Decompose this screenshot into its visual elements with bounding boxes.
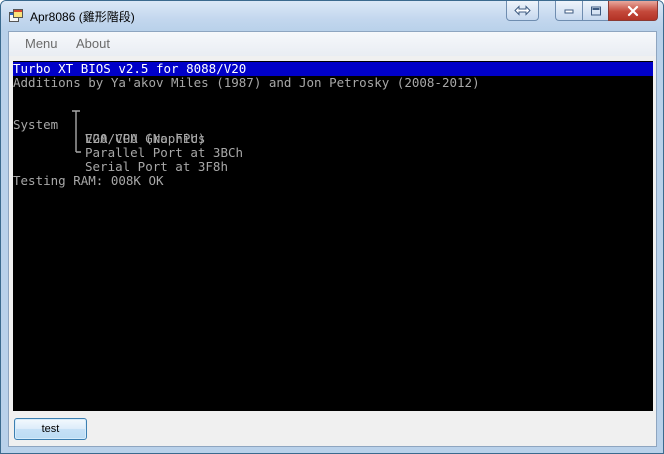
window-title: Apr8086 (雞形階段) (30, 10, 135, 24)
system-line-parallel: Parallel Port at 3BCh (13, 132, 653, 160)
double-arrow-icon (514, 5, 531, 16)
test-button[interactable]: test (14, 418, 87, 440)
minimize-button[interactable] (555, 1, 582, 21)
system-line-cpu: System V20 CPU (No FPU) (13, 104, 653, 146)
emulator-screen[interactable]: Turbo XT BIOS v2.5 for 8088/V20 Addition… (13, 61, 653, 411)
title-bar[interactable]: Apr8086 (雞形階段) (1, 1, 663, 31)
maximize-button[interactable] (582, 1, 608, 21)
minimize-icon (564, 9, 574, 13)
menu-item-about[interactable]: About (70, 36, 116, 52)
app-window: Apr8086 (雞形階段) Menu About Turbo XT BIOS … (0, 0, 664, 454)
system-line-graphics: EGA/VGA Graphics (13, 118, 653, 146)
ram-test-line: Testing RAM: 008K OK (13, 173, 164, 188)
client-area: Menu About Turbo XT BIOS v2.5 for 8088/V… (8, 31, 657, 447)
resize-arrows-button[interactable] (506, 1, 539, 21)
bios-credits-line: Additions by Ya'akov Miles (1987) and Jo… (13, 75, 480, 90)
menu-bar: Menu About (9, 32, 656, 56)
system-item-serial: Serial Port at 3F8h (85, 159, 228, 174)
bios-title-line: Turbo XT BIOS v2.5 for 8088/V20 (13, 62, 653, 76)
app-window-icon[interactable] (9, 9, 23, 23)
close-button[interactable] (608, 1, 658, 21)
tree-connector (72, 110, 81, 153)
close-icon (627, 5, 639, 16)
menu-item-menu[interactable]: Menu (19, 36, 64, 52)
system-line-serial: Serial Port at 3F8h (13, 146, 653, 174)
caption-buttons (555, 1, 658, 21)
maximize-icon (590, 6, 601, 15)
